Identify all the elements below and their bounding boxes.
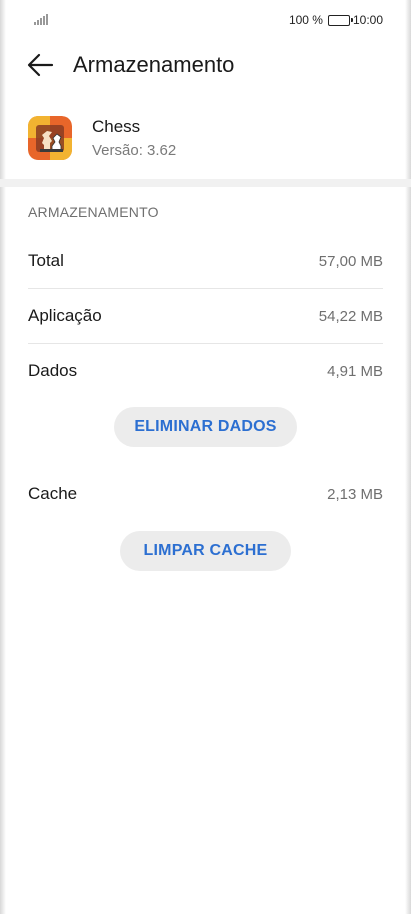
chess-app-icon [28,116,72,160]
battery-percentage: 100 % [288,13,323,27]
back-arrow-icon[interactable] [26,51,56,79]
clear-data-button[interactable]: ELIMINAR DADOS [114,407,297,447]
storage-row-cache: Cache 2,13 MB [28,467,383,522]
row-label: Aplicação [28,306,102,325]
page-title: Armazenamento [73,52,235,77]
signal-icon [34,14,48,25]
row-value: 57,00 MB [318,253,383,270]
status-right: 100 % 10:00 [289,13,383,27]
row-value: 2,13 MB [327,486,383,503]
status-bar: 100 % 10:00 [0,0,411,40]
row-label: Cache [28,484,78,503]
row-label: Total [28,251,64,270]
row-value: 4,91 MB [327,363,383,380]
section-divider [0,179,411,187]
clear-cache-button[interactable]: LIMPAR CACHE [120,531,291,571]
battery-icon [327,14,353,26]
row-value: 54,22 MB [318,308,383,325]
app-info: Chess Versão: 3.62 [0,112,411,168]
clock: 10:00 [352,13,383,27]
row-label: Dados [28,361,78,380]
storage-row-total: Total 57,00 MB [28,234,383,289]
storage-row-data: Dados 4,91 MB [28,344,383,399]
app-name: Chess [92,117,141,136]
section-header: ARMAZENAMENTO [28,204,159,220]
app-version: Versão: 3.62 [92,142,177,159]
storage-row-application: Aplicação 54,22 MB [28,289,383,344]
app-bar: Armazenamento [0,45,411,85]
